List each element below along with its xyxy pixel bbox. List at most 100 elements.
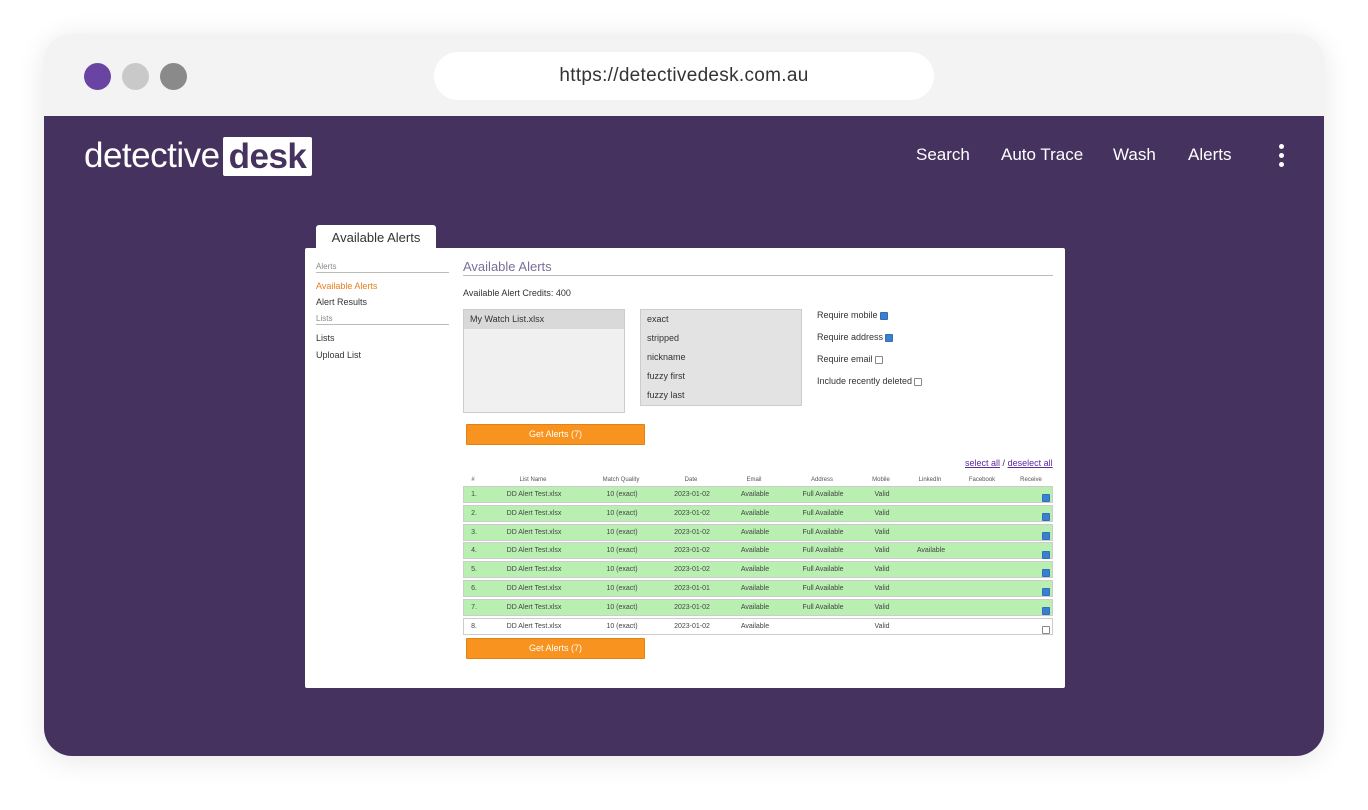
require-address-checkbox[interactable] <box>885 333 894 342</box>
match-option-exact[interactable]: exact <box>641 310 801 329</box>
table-row: 5. DD Alert Test.xlsx 10 (exact) 2023-01-02… <box>463 561 1053 579</box>
receive-checkbox-box[interactable] <box>1042 494 1050 503</box>
row-number: 7. <box>471 603 477 611</box>
row-list-name: DD Alert Test.xlsx <box>506 622 562 630</box>
row-email: Available <box>740 566 770 574</box>
row-number: 1. <box>471 491 477 498</box>
nav-alerts[interactable]: Alerts <box>1188 145 1231 165</box>
row-match-quality: 10 (exact) <box>606 528 638 536</box>
sidebar-item-lists[interactable]: Lists <box>316 333 335 343</box>
receive-checkbox[interactable] <box>1042 585 1050 597</box>
row-linkedin <box>906 487 956 502</box>
match-quality-select[interactable]: exact stripped nickname fuzzy first fuzz… <box>640 309 802 406</box>
row-number: 3. <box>471 528 477 536</box>
window-close-dot[interactable] <box>84 63 111 90</box>
watch-list-option[interactable]: My Watch List.xlsx <box>464 310 624 329</box>
row-date: 2023-01-02 <box>674 547 710 555</box>
receive-checkbox[interactable] <box>1042 604 1050 615</box>
option-require-mobile: Require mobile <box>817 310 888 320</box>
receive-checkbox-box[interactable] <box>1042 588 1050 597</box>
require-email-checkbox[interactable] <box>874 355 883 364</box>
nav-wash[interactable]: Wash <box>1113 145 1156 165</box>
row-date: 2023-01-02 <box>674 622 710 630</box>
row-date: 2023-01-01 <box>674 585 710 592</box>
row-list-name: DD Alert Test.xlsx <box>506 585 562 592</box>
row-number: 5. <box>471 566 477 574</box>
tab-available-alerts[interactable]: Available Alerts <box>316 225 436 249</box>
match-option-stripped[interactable]: stripped <box>641 329 801 348</box>
receive-checkbox[interactable] <box>1042 491 1050 503</box>
include-recently-deleted-checkbox[interactable] <box>914 377 923 386</box>
receive-checkbox-box[interactable] <box>1042 512 1050 521</box>
selection-links: select all / deselect all <box>965 458 1053 468</box>
address-bar[interactable]: https://detectivedesk.com.au <box>434 52 934 100</box>
row-email: Available <box>740 547 770 555</box>
row-facebook <box>960 525 1006 540</box>
row-facebook <box>960 600 1006 615</box>
row-linkedin <box>906 506 956 521</box>
select-all-link[interactable]: select all <box>965 458 1000 468</box>
row-linkedin <box>906 562 956 577</box>
more-menu-icon[interactable] <box>1276 144 1286 168</box>
page-title: Available Alerts <box>463 259 1053 276</box>
sidebar-item-alert-results[interactable]: Alert Results <box>316 297 367 307</box>
row-match-quality: 10 (exact) <box>606 622 638 630</box>
require-mobile-checkbox[interactable] <box>879 311 888 320</box>
row-list-name: DD Alert Test.xlsx <box>506 603 562 611</box>
window-maximize-dot[interactable] <box>160 63 187 90</box>
receive-checkbox-box[interactable] <box>1042 569 1050 578</box>
row-email: Available <box>740 509 770 517</box>
receive-checkbox-box[interactable] <box>1042 606 1050 615</box>
row-email: Available <box>740 622 770 630</box>
row-linkedin <box>906 600 956 615</box>
nav-search[interactable]: Search <box>916 145 970 165</box>
row-date: 2023-01-02 <box>674 528 710 536</box>
get-alerts-button-bottom[interactable]: Get Alerts (7) <box>466 638 645 659</box>
receive-checkbox[interactable] <box>1042 547 1050 559</box>
option-label: Require address <box>817 332 884 342</box>
row-mobile: Valid <box>874 491 890 498</box>
row-email: Available <box>740 603 770 611</box>
watch-list-select[interactable]: My Watch List.xlsx <box>463 309 625 413</box>
sidebar-item-available-alerts[interactable]: Available Alerts <box>316 281 377 291</box>
table-row: 1. DD Alert Test.xlsx 10 (exact) 2023-01-02… <box>463 486 1053 503</box>
table-row: 8. DD Alert Test.xlsx 10 (exact) 2023-01-02… <box>463 617 1053 635</box>
row-date: 2023-01-02 <box>674 491 710 498</box>
receive-checkbox-box[interactable] <box>1042 625 1050 634</box>
row-address: Full Available <box>802 585 844 592</box>
row-list-name: DD Alert Test.xlsx <box>506 491 562 498</box>
get-alerts-button-top[interactable]: Get Alerts (7) <box>466 424 645 445</box>
row-facebook <box>960 487 1006 502</box>
receive-checkbox[interactable] <box>1042 529 1050 540</box>
deselect-all-link[interactable]: deselect all <box>1008 458 1053 468</box>
row-list-name: DD Alert Test.xlsx <box>506 566 562 574</box>
alerts-panel: Alerts Available Alerts Alert Results Li… <box>305 248 1065 688</box>
receive-checkbox-box[interactable] <box>1042 531 1050 540</box>
row-address: Full Available <box>802 528 844 536</box>
row-number: 6. <box>471 585 477 592</box>
receive-checkbox[interactable] <box>1042 566 1050 578</box>
row-email: Available <box>740 585 770 592</box>
window-minimize-dot[interactable] <box>122 63 149 90</box>
row-linkedin <box>906 619 956 634</box>
row-mobile: Valid <box>874 528 890 536</box>
site-logo[interactable]: detective desk <box>84 136 313 176</box>
match-option-nickname[interactable]: nickname <box>641 348 801 367</box>
receive-checkbox-box[interactable] <box>1042 550 1050 559</box>
match-option-fuzzy-last[interactable]: fuzzy last <box>641 386 801 405</box>
option-label: Include recently deleted <box>817 376 913 386</box>
row-date: 2023-01-02 <box>674 509 710 517</box>
nav-auto-trace[interactable]: Auto Trace <box>1001 145 1083 165</box>
browser-window: https://detectivedesk.com.au detective de… <box>44 34 1324 756</box>
sidebar-item-upload-list[interactable]: Upload List <box>316 350 361 360</box>
receive-checkbox[interactable] <box>1042 623 1050 634</box>
match-option-fuzzy-first[interactable]: fuzzy first <box>641 367 801 386</box>
row-mobile: Valid <box>874 622 890 630</box>
row-mobile: Valid <box>874 585 890 592</box>
option-label: Require mobile <box>817 310 878 320</box>
row-match-quality: 10 (exact) <box>606 491 638 498</box>
option-include-recently-deleted: Include recently deleted <box>817 376 923 386</box>
row-linkedin <box>906 525 956 540</box>
receive-checkbox[interactable] <box>1042 510 1050 521</box>
row-list-name: DD Alert Test.xlsx <box>506 509 562 517</box>
